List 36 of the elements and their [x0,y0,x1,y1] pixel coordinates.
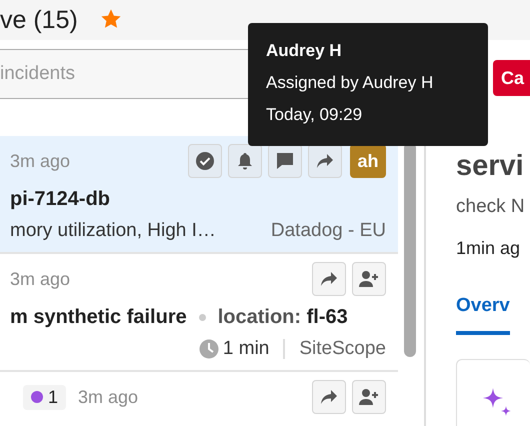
page-title: ve (15) [0,6,78,34]
comment-button[interactable] [268,144,302,178]
separator-dot [198,314,206,320]
clock-icon [198,339,219,359]
time-ago: 3m ago [10,268,70,290]
add-user-icon [358,269,380,289]
forward-button[interactable] [312,380,346,414]
time-ago: 3m ago [78,386,138,408]
detail-time: 1min ag [456,238,522,259]
detail-description: check N [456,196,526,218]
forward-button[interactable] [312,262,346,296]
add-user-icon [358,387,380,407]
incident-title: m synthetic failure [10,306,187,328]
star-icon[interactable] [100,8,122,30]
create-button[interactable]: Ca [492,60,530,96]
forward-button[interactable] [308,144,342,178]
source-label: Datadog - EU [270,220,386,242]
assign-button[interactable] [352,380,386,414]
incident-summary: mory utilization, High I… [10,220,216,242]
tooltip-text: Assigned by Audrey H [266,73,434,93]
incident-tag: location: fl-63 [218,306,348,328]
detail-title: servi [456,149,525,184]
tab[interactable]: Overv [456,295,510,335]
acknowledge-button[interactable] [188,144,222,178]
incident-row[interactable]: 3m ago ah pi-7124-db mory utilization, High I… Datadog - EU [0,136,398,254]
incident-title: pi-7124-db [10,188,110,210]
comment-icon [275,151,295,171]
snooze-button[interactable] [228,144,262,178]
assignee-avatar[interactable]: ah [350,144,386,178]
source-label: SiteScope [299,338,386,360]
tooltip-time: Today, 09:29 [266,105,364,125]
duration: 1 min [222,338,270,360]
check-circle-icon [195,151,215,171]
assign-button[interactable] [352,262,386,296]
count-badge: 1 [23,384,66,410]
time-ago: 3m ago [10,150,70,172]
